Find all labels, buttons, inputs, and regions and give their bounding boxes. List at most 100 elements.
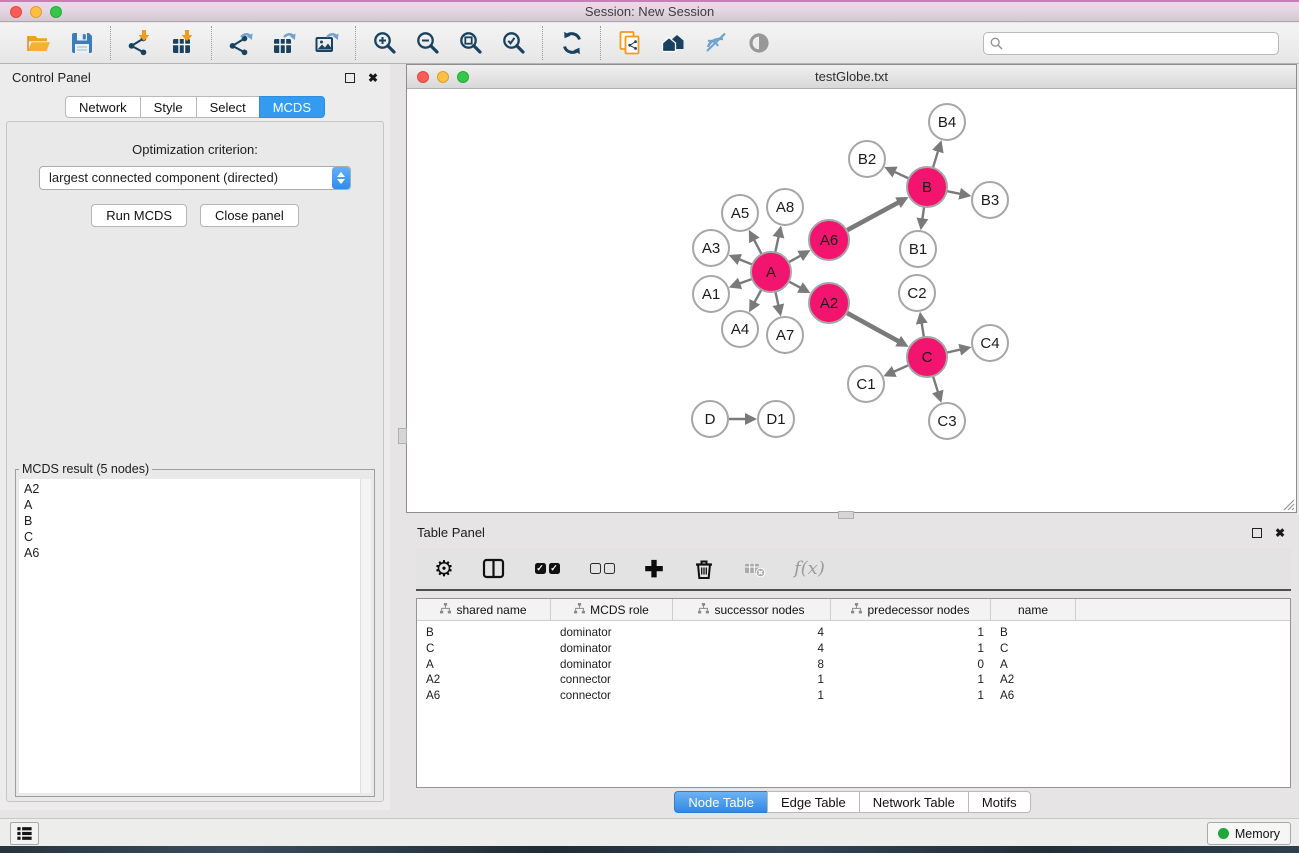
graph-edge-A2-C[interactable] (845, 312, 899, 342)
zoom-in-icon[interactable] (371, 30, 398, 57)
table-cell: 0 (831, 657, 991, 673)
column-label: shared name (456, 603, 526, 617)
column-header-name[interactable]: name (991, 599, 1076, 620)
table-cell: A (417, 657, 551, 673)
splitpane-handle-horizontal[interactable] (838, 511, 854, 519)
table-float-panel-icon[interactable] (1252, 528, 1262, 538)
deselect-all-icon[interactable]: ✓✓ (588, 556, 616, 582)
table-options-icon[interactable]: ⚙ (433, 556, 455, 582)
table-tab-network-table[interactable]: Network Table (859, 791, 968, 813)
function-builder-icon[interactable]: f(x) (794, 556, 825, 582)
search-icon (990, 37, 1003, 50)
graph-node-label-A8: A8 (776, 199, 794, 216)
column-header-MCDS-role[interactable]: MCDS role (551, 599, 673, 620)
mcds-result-item[interactable]: C (19, 529, 371, 545)
control-tab-network[interactable]: Network (65, 96, 140, 118)
save-session-icon[interactable] (68, 30, 95, 57)
column-header-shared-name[interactable]: shared name (417, 599, 551, 620)
graph-node-label-D: D (705, 411, 716, 428)
optimization-criterion-label: Optimization criterion: (7, 142, 383, 157)
table-cell: connector (551, 672, 673, 688)
table-tab-node-table[interactable]: Node Table (674, 791, 767, 813)
hide-graphics-details-icon[interactable] (702, 30, 729, 57)
result-scrollbar[interactable] (360, 479, 371, 793)
graph-node-label-C2: C2 (907, 285, 926, 302)
column-fork-icon (851, 603, 862, 617)
criterion-dropdown[interactable]: largest connected component (directed) (39, 166, 351, 190)
toolbar-group (110, 26, 211, 60)
mcds-tab-content: Optimization criterion: largest connecte… (6, 121, 384, 802)
delete-columns-icon[interactable] (692, 556, 716, 582)
table-row[interactable]: Cdominator41C (417, 641, 1290, 657)
table-tab-motifs[interactable]: Motifs (968, 791, 1031, 813)
export-network-icon[interactable] (227, 30, 254, 57)
network-canvas[interactable]: B4B2BB3A5A8A6A3B1AA1C2A2A4A7C4CC1C3DD1 (407, 90, 1296, 512)
mcds-result-item[interactable]: B (19, 513, 371, 529)
table-tab-edge-table[interactable]: Edge Table (767, 791, 859, 813)
search-box[interactable] (983, 32, 1279, 55)
graph-node-label-A5: A5 (731, 205, 749, 222)
export-table-icon[interactable] (270, 30, 297, 57)
import-table-icon[interactable] (169, 30, 196, 57)
toolbar-group (600, 26, 787, 60)
memory-button[interactable]: Memory (1207, 822, 1291, 845)
mcds-result-box: MCDS result (5 nodes) A2ABCA6 (15, 462, 375, 797)
control-tab-select[interactable]: Select (196, 96, 259, 118)
table-cell: dominator (551, 657, 673, 673)
table-cell: A6 (991, 688, 1076, 704)
graph-node-label-A2: A2 (820, 295, 838, 312)
column-header-predecessor-nodes[interactable]: predecessor nodes (831, 599, 991, 620)
table-cell: 4 (673, 625, 831, 641)
control-panel-header: Control Panel ✖ (0, 64, 390, 91)
delete-table-icon[interactable] (743, 556, 767, 582)
zoom-selected-icon[interactable] (500, 30, 527, 57)
new-network-from-selection-icon[interactable] (616, 30, 643, 57)
resize-grip-icon[interactable] (1281, 497, 1295, 511)
close-panel-icon[interactable]: ✖ (368, 73, 378, 83)
node-table: shared name MCDS rolesuccessor nodesprede… (416, 598, 1291, 788)
table-panel-header: Table Panel ✖ (406, 520, 1299, 545)
mcds-result-item[interactable]: A2 (19, 479, 371, 497)
table-row[interactable]: A2connector11A2 (417, 672, 1290, 688)
splitpane-handle-vertical[interactable] (398, 428, 407, 444)
table-close-panel-icon[interactable]: ✖ (1275, 528, 1285, 538)
table-panel: Table Panel ✖ ⚙ ✓✓ ✓✓ ✚ f(x) shared name MCDS… (406, 520, 1299, 816)
graph-node-label-B1: B1 (909, 241, 927, 258)
table-cell: 1 (831, 641, 991, 657)
apply-layout-icon[interactable] (558, 30, 585, 57)
table-toolbar: ⚙ ✓✓ ✓✓ ✚ f(x) (416, 548, 1291, 591)
task-history-button[interactable] (10, 822, 39, 845)
table-row[interactable]: A6connector11A6 (417, 688, 1290, 704)
graph-edge-A6-B[interactable] (845, 202, 899, 231)
column-header-successor-nodes[interactable]: successor nodes (673, 599, 831, 620)
table-row[interactable]: Bdominator41B (417, 625, 1290, 641)
mcds-result-item[interactable]: A6 (19, 545, 371, 561)
close-panel-button[interactable]: Close panel (200, 204, 299, 227)
select-all-icon[interactable]: ✓✓ (533, 556, 561, 582)
control-tab-style[interactable]: Style (140, 96, 196, 118)
import-network-icon[interactable] (126, 30, 153, 57)
zoom-out-icon[interactable] (414, 30, 441, 57)
table-cell: 4 (673, 641, 831, 657)
table-row[interactable]: Adominator80A (417, 657, 1290, 673)
memory-status-icon (1218, 828, 1229, 839)
open-session-icon[interactable] (25, 30, 52, 57)
network-window-title: testGlobe.txt (407, 65, 1296, 89)
window-titlebar: Session: New Session (0, 0, 1299, 22)
mcds-result-item[interactable]: A (19, 497, 371, 513)
float-panel-icon[interactable] (345, 73, 355, 83)
run-mcds-button[interactable]: Run MCDS (91, 204, 187, 227)
node-table-header: shared name MCDS rolesuccessor nodesprede… (417, 599, 1290, 621)
control-tab-mcds[interactable]: MCDS (259, 96, 325, 118)
show-graphics-details-icon[interactable] (745, 30, 772, 57)
show-columns-icon[interactable] (482, 556, 506, 582)
graph-edge-B-B4[interactable] (932, 151, 938, 170)
search-input[interactable] (1007, 35, 1278, 51)
control-panel-tabs: NetworkStyleSelectMCDS (0, 96, 390, 118)
task-list-icon (15, 824, 34, 843)
export-image-icon[interactable] (313, 30, 340, 57)
graph-node-label-A6: A6 (820, 232, 838, 249)
first-neighbors-icon[interactable] (659, 30, 686, 57)
new-column-icon[interactable]: ✚ (643, 556, 665, 582)
zoom-fit-icon[interactable] (457, 30, 484, 57)
